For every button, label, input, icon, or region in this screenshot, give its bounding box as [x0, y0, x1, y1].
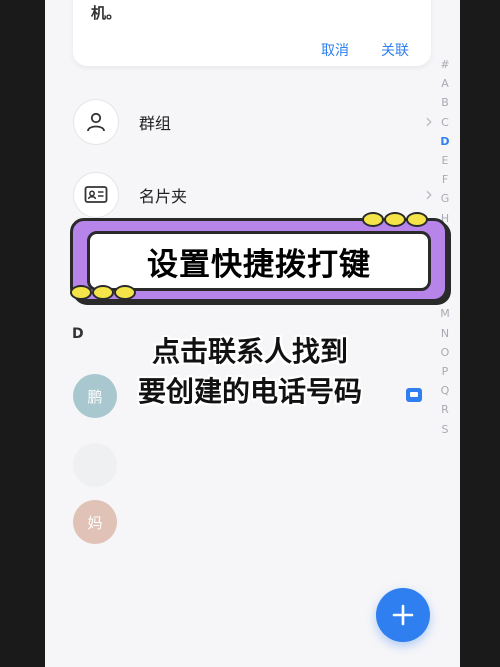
dialog-text: 机。 — [91, 4, 122, 22]
row-groups-label: 群组 — [139, 114, 172, 133]
contact-avatar[interactable]: 妈 — [73, 500, 117, 544]
alpha-index-letter[interactable]: A — [441, 74, 449, 93]
row-groups[interactable]: 群组 › — [73, 97, 433, 147]
alpha-index-letter[interactable]: G — [441, 189, 450, 208]
contact-avatar[interactable] — [73, 443, 117, 487]
chevron-right-icon: › — [425, 109, 433, 133]
decor-dot — [362, 212, 384, 227]
alpha-index-letter[interactable]: E — [442, 151, 449, 170]
decor-dot — [92, 285, 114, 300]
alpha-index-letter[interactable]: # — [440, 55, 449, 74]
caption-line-2: 要创建的电话号码 — [137, 375, 362, 408]
banner-title: 设置快捷拨打键 — [147, 246, 371, 283]
decor-dot — [384, 212, 406, 227]
alpha-index-letter[interactable]: B — [441, 93, 449, 112]
alpha-index-letter[interactable]: C — [441, 113, 449, 132]
associate-dialog: 机。 取消 关联 — [73, 0, 431, 66]
cancel-button[interactable]: 取消 — [321, 40, 349, 60]
alpha-index-letter[interactable]: M — [440, 304, 450, 323]
person-icon — [73, 99, 119, 145]
plus-icon — [392, 604, 414, 626]
associate-button[interactable]: 关联 — [381, 40, 409, 60]
alpha-index-letter[interactable]: S — [442, 420, 449, 439]
decor-dot — [406, 212, 428, 227]
alpha-index-letter-active[interactable]: D — [440, 132, 449, 151]
alpha-index-letter[interactable]: F — [442, 170, 448, 189]
add-contact-button[interactable] — [376, 588, 430, 642]
row-business-cards-label: 名片夹 — [139, 187, 188, 206]
title-banner-inner: 设置快捷拨打键 — [87, 231, 431, 291]
decor-dot — [70, 285, 92, 300]
caption-line-1: 点击联系人找到 — [151, 335, 348, 368]
card-icon — [73, 172, 119, 218]
chevron-right-icon: › — [425, 182, 433, 206]
decor-dot — [114, 285, 136, 300]
